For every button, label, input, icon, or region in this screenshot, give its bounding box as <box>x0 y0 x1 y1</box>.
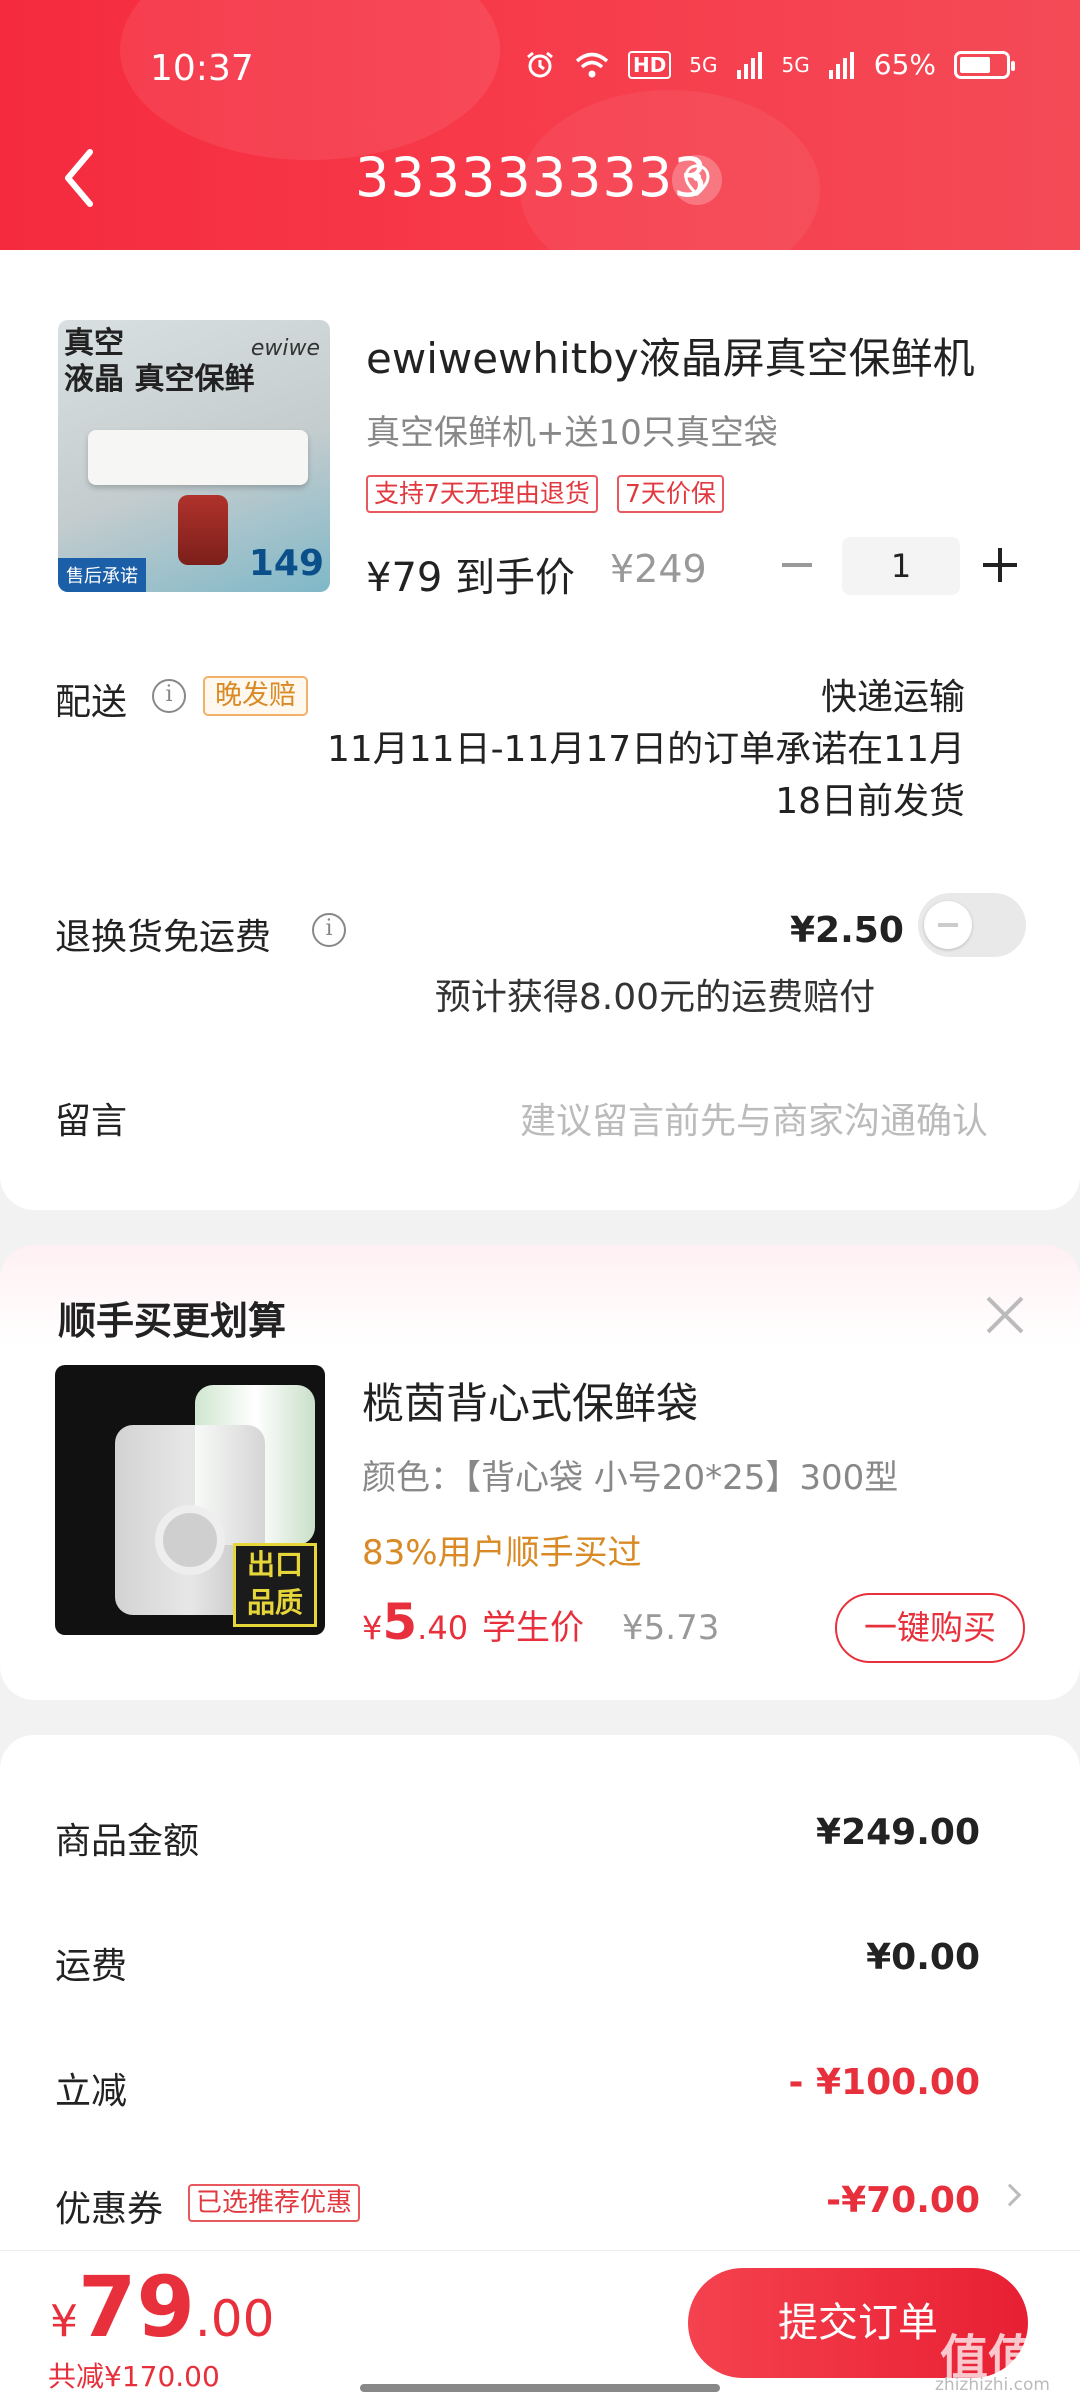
alarm-icon <box>527 51 553 77</box>
export-quality-badge: 出口品质 <box>233 1543 317 1627</box>
wifi-icon <box>575 52 609 77</box>
close-icon[interactable] <box>985 1295 1025 1335</box>
product-image[interactable]: 真空 液晶 真空保鲜 ewiwe 149 售后承诺 <box>58 320 330 592</box>
currency-symbol: ¥ <box>362 1609 383 1647</box>
signal-5g-label: 5G <box>781 52 810 77</box>
signal-icon <box>828 51 854 79</box>
product-image-machine <box>88 430 308 485</box>
product-image-after-sale: 售后承诺 <box>58 558 146 592</box>
product-image-food <box>178 495 228 565</box>
quantity-increase-button[interactable] <box>983 548 1017 582</box>
bag-roll-core <box>155 1505 225 1575</box>
header: 10:37 HD 5G 5G 65% 3333333333 <box>0 0 1080 255</box>
refund-shipping-toggle[interactable] <box>918 893 1026 957</box>
message-label: 留言 <box>55 1101 128 1142</box>
upsell-original-price: ¥5.73 <box>622 1608 720 1648</box>
quantity-decrease-button[interactable] <box>782 563 812 567</box>
shipping-fee-value: ¥0.00 <box>866 1937 980 1978</box>
signal-icon <box>736 51 762 79</box>
upsell-buyers-rate: 83%用户顺手买过 <box>362 1533 642 1573</box>
status-time: 10:37 <box>150 48 254 89</box>
location-pin-icon[interactable] <box>672 155 722 205</box>
upsell-product-image[interactable]: 出口品质 <box>55 1365 325 1635</box>
product-image-brand: ewiwe <box>250 336 320 361</box>
address-title[interactable]: 3333333333 <box>355 146 709 209</box>
coupon-label[interactable]: 优惠券 <box>55 2180 163 2232</box>
upsell-product-spec[interactable]: 颜色：【背心袋 小号20*25】300型 <box>362 1450 898 1499</box>
product-title[interactable]: ewiwewhitby液晶屏真空保鲜机 <box>366 325 975 386</box>
signal-5g-label: 5G <box>689 52 718 77</box>
price-decimal: .40 <box>417 1609 469 1647</box>
status-icons: HD 5G 5G 65% <box>524 48 1015 81</box>
discount-label: 立减 <box>55 2071 128 2112</box>
return-policy-tag: 支持7天无理由退货 <box>366 475 598 513</box>
product-variant[interactable]: 真空保鲜机+送10只真空袋 <box>366 405 778 454</box>
total-integer: 79 <box>78 2258 195 2356</box>
goods-amount-label: 商品金额 <box>55 1821 200 1862</box>
product-image-text: 真空 液晶 真空保鲜 <box>64 326 255 397</box>
delivery-info: 快递运输 11月11日-11月17日的订单承诺在11月 18日前发货 <box>265 672 965 828</box>
refund-compensation-note: 预计获得8.00元的运费赔付 <box>434 977 876 1018</box>
upsell-title: 顺手买更划算 <box>58 1299 287 1343</box>
currency-symbol: ¥ <box>50 2296 78 2347</box>
info-icon[interactable]: i <box>312 913 346 947</box>
shipping-fee-label: 运费 <box>55 1946 128 1987</box>
price-protect-tag: 7天价保 <box>617 475 724 513</box>
total-decimal: .00 <box>194 2290 275 2348</box>
hd-icon: HD <box>627 50 672 79</box>
delivery-note: 18日前发货 <box>775 781 965 822</box>
battery-percent: 65% <box>873 48 936 81</box>
final-price: ¥79 到手价 <box>366 555 576 601</box>
refund-shipping-price: ¥2.50 <box>790 910 904 951</box>
delivery-note: 11月11日-11月17日的订单承诺在11月 <box>326 729 965 770</box>
battery-icon <box>954 50 1015 79</box>
info-icon[interactable]: i <box>152 679 186 713</box>
goods-amount-value: ¥249.00 <box>816 1812 980 1853</box>
upsell-product-title[interactable]: 榄茵背心式保鲜袋 <box>362 1370 698 1431</box>
watermark-url: zhizhizhi.com <box>935 2375 1050 2395</box>
message-input[interactable]: 建议留言前先与商家沟通确认 <box>520 1092 988 1144</box>
refund-shipping-label: 退换货免运费 <box>55 917 272 958</box>
student-price-label: 学生价 <box>482 1608 585 1648</box>
delivery-method: 快递运输 <box>820 677 965 718</box>
coupon-value[interactable]: -¥70.00 <box>826 2180 980 2221</box>
discount-value: - ¥100.00 <box>788 2062 980 2103</box>
product-image-price: 149 <box>248 543 324 584</box>
home-indicator[interactable] <box>360 2384 720 2392</box>
quantity-input[interactable]: 1 <box>842 537 960 595</box>
total-price: ¥79.00 <box>50 2258 274 2356</box>
one-click-buy-button[interactable]: 一键购买 <box>835 1593 1025 1663</box>
delivery-label: 配送 <box>55 682 128 723</box>
back-arrow-icon[interactable] <box>60 148 100 208</box>
total-saved: 共减¥170.00 <box>48 2360 220 2393</box>
coupon-recommended-badge: 已选推荐优惠 <box>188 2184 361 2222</box>
price-integer: 5 <box>382 1593 418 1651</box>
original-price: ¥249 <box>610 547 707 591</box>
upsell-price: ¥5.40 学生价 <box>362 1593 584 1651</box>
